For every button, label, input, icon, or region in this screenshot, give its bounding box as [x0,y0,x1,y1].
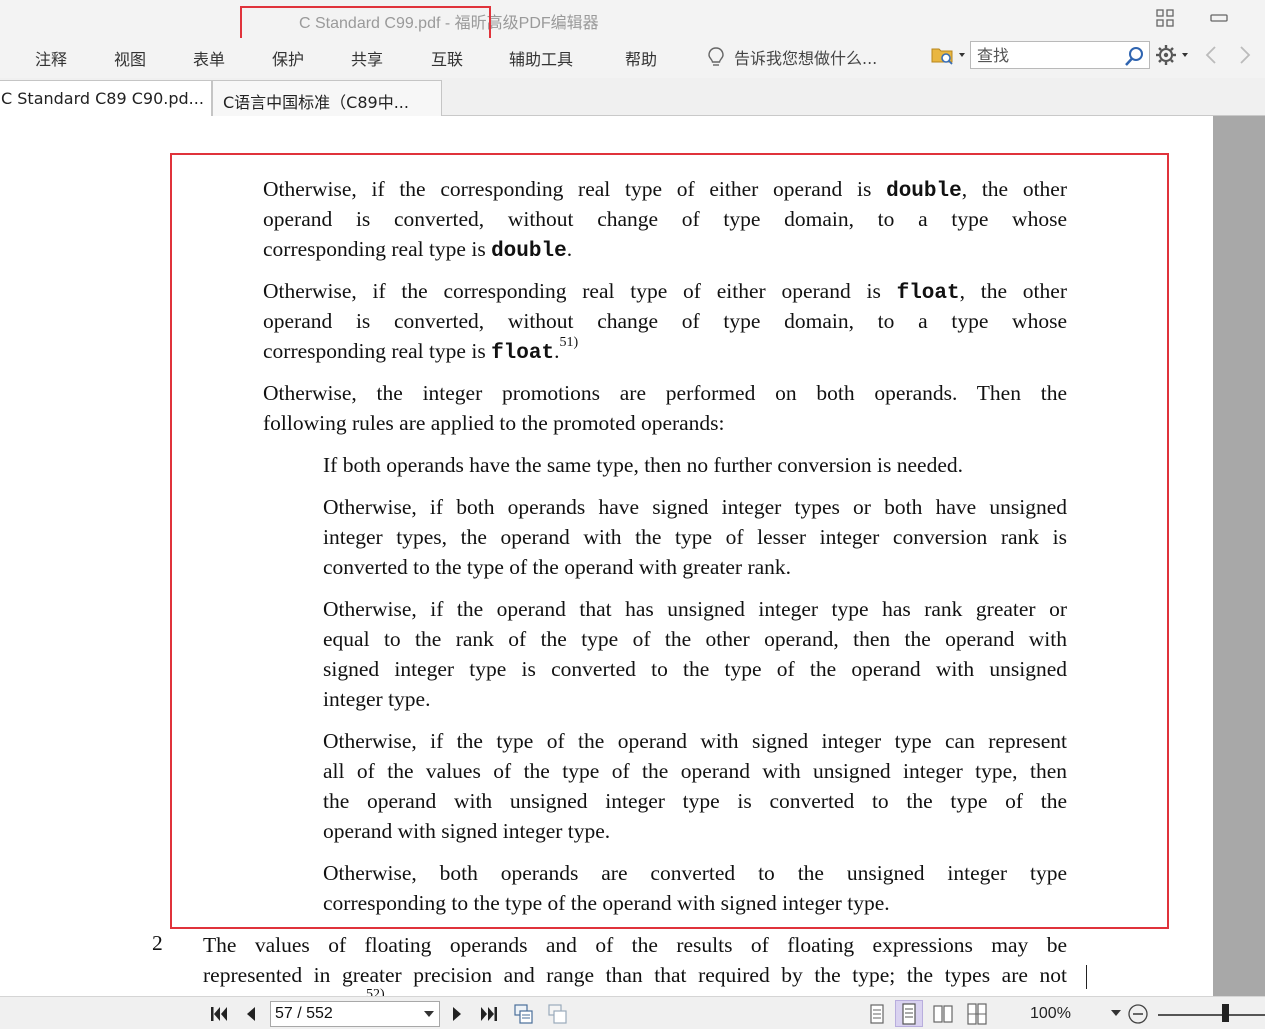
zoom-slider-thumb[interactable] [1222,1004,1229,1022]
paragraph-number: 2 [152,931,163,955]
menu-accessibility-tools[interactable]: 辅助工具 [509,46,573,70]
zoom-out-icon[interactable] [1127,1003,1149,1025]
menu-form[interactable]: 表单 [193,46,225,70]
next-page-icon[interactable] [446,1003,468,1025]
lightbulb-icon [708,47,724,66]
ribbon-scroll-left-icon[interactable] [1202,44,1222,66]
menu-share[interactable]: 共享 [351,46,383,70]
ribbon-scroll-right-icon[interactable] [1234,44,1254,66]
scroll-gutter[interactable] [1213,116,1265,996]
continuous-page-view-icon[interactable] [898,1003,920,1025]
paragraph-floating-precision: The values of floating operands and of t… [203,933,1067,987]
zoom-slider-track[interactable] [1158,1014,1265,1016]
menu-comment[interactable]: 注释 [35,46,67,70]
first-page-icon[interactable] [208,1003,230,1025]
footnote-ref-52: 52) [366,988,385,996]
tab-label: C语言中国标准（C89中... [223,93,409,112]
tell-me-box[interactable]: 告诉我您想做什么... [706,44,877,70]
menu-connect[interactable]: 互联 [431,46,463,70]
single-page-view-icon[interactable] [866,1003,888,1025]
menu-protect[interactable]: 保护 [272,46,304,70]
tell-me-text: 告诉我您想做什么... [734,49,878,68]
page-number-input[interactable] [275,1004,415,1024]
settings-gear-icon[interactable] [1154,43,1196,67]
zoom-level[interactable]: 100% [1030,1005,1071,1023]
menu-view[interactable]: 视图 [114,46,146,70]
page-dropdown-chevron-icon[interactable] [423,1010,435,1018]
search-icon[interactable] [1123,44,1147,68]
content-highlight-box [170,153,1169,929]
text-cursor [1086,965,1087,989]
status-bar: 100% [0,996,1265,1029]
previous-page-icon[interactable] [240,1003,262,1025]
next-view-icon[interactable] [547,1003,569,1025]
title-bar: C Standard C99.pdf - 福昕高级PDF编辑器 [0,0,1265,38]
restore-layout-icon[interactable] [1154,7,1176,29]
previous-view-icon[interactable] [513,1003,535,1025]
zoom-dropdown-chevron-icon[interactable] [1110,1008,1122,1018]
search-input[interactable] [977,45,1117,65]
last-page-icon[interactable] [478,1003,500,1025]
search-box [970,41,1150,69]
document-tab-bar: C Standard C89 C90.pd... C语言中国标准（C89中... [0,78,1265,116]
minimize-ribbon-icon[interactable] [1208,7,1230,29]
tab-label: C Standard C89 C90.pd... [1,89,204,108]
two-page-continuous-view-icon[interactable] [966,1003,988,1025]
find-folder-icon[interactable] [930,43,970,67]
menu-help[interactable]: 帮助 [625,46,657,70]
two-page-view-icon[interactable] [932,1003,954,1025]
tab-c89-c90[interactable]: C Standard C89 C90.pd... [0,80,212,116]
page-number-box [270,1001,440,1027]
tab-c-language-chinese-standard[interactable]: C语言中国标准（C89中... [212,80,442,116]
